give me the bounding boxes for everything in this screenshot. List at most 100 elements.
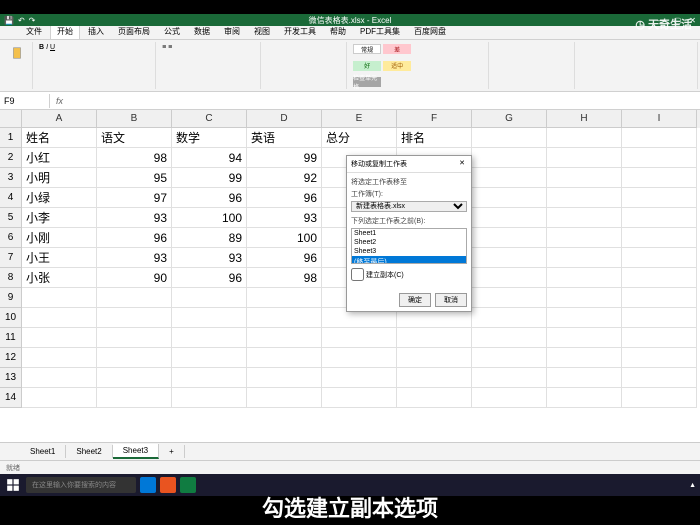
tab-file[interactable]: 文件 <box>20 24 48 39</box>
cell[interactable]: 93 <box>247 208 322 228</box>
cell[interactable]: 93 <box>97 248 172 268</box>
copy-checkbox-input[interactable] <box>351 268 364 281</box>
cell[interactable] <box>547 308 622 328</box>
select-all-corner[interactable] <box>0 110 22 128</box>
tab-pdf[interactable]: PDF工具集 <box>354 24 406 39</box>
undo-icon[interactable]: ↶ <box>18 16 25 25</box>
cell[interactable]: 数学 <box>172 128 247 148</box>
list-item[interactable]: Sheet1 <box>352 229 466 238</box>
cell[interactable] <box>247 348 322 368</box>
name-box[interactable]: F9 <box>0 94 50 108</box>
cell[interactable] <box>547 268 622 288</box>
dialog-close-icon[interactable]: ✕ <box>457 159 467 169</box>
col-header[interactable]: F <box>397 110 472 128</box>
sheet-tab-active[interactable]: Sheet3 <box>113 444 159 459</box>
cell[interactable] <box>547 228 622 248</box>
cell[interactable] <box>622 368 697 388</box>
cancel-button[interactable]: 取消 <box>435 293 467 307</box>
col-header[interactable]: I <box>622 110 697 128</box>
cell[interactable] <box>22 328 97 348</box>
tray-icon[interactable]: ▲ <box>689 482 696 489</box>
style-calc[interactable]: 适中 <box>383 61 411 71</box>
col-header[interactable]: B <box>97 110 172 128</box>
cell[interactable] <box>247 388 322 408</box>
cell[interactable] <box>472 328 547 348</box>
cell[interactable] <box>622 128 697 148</box>
cell[interactable] <box>547 128 622 148</box>
row-header[interactable]: 9 <box>0 288 22 308</box>
row-header[interactable]: 10 <box>0 308 22 328</box>
tab-baidu[interactable]: 百度网盘 <box>408 24 452 39</box>
cell[interactable]: 96 <box>172 268 247 288</box>
tab-help[interactable]: 帮助 <box>324 24 352 39</box>
style-bad[interactable]: 差 <box>383 44 411 54</box>
cell[interactable] <box>622 248 697 268</box>
cell[interactable]: 小张 <box>22 268 97 288</box>
row-header[interactable]: 7 <box>0 248 22 268</box>
cell[interactable]: 90 <box>97 268 172 288</box>
paste-button[interactable] <box>8 44 26 62</box>
cell[interactable] <box>397 368 472 388</box>
redo-icon[interactable]: ↷ <box>29 16 36 25</box>
cell[interactable] <box>622 208 697 228</box>
cell[interactable] <box>472 388 547 408</box>
bold-icon[interactable]: B <box>39 44 44 51</box>
italic-icon[interactable]: I <box>46 44 48 51</box>
underline-icon[interactable]: U <box>50 44 55 51</box>
row-header[interactable]: 12 <box>0 348 22 368</box>
fx-icon[interactable]: fx <box>50 94 69 108</box>
cell[interactable]: 92 <box>247 168 322 188</box>
cell[interactable] <box>97 308 172 328</box>
cell[interactable]: 小李 <box>22 208 97 228</box>
cell[interactable] <box>472 228 547 248</box>
cell[interactable]: 小刚 <box>22 228 97 248</box>
row-header[interactable]: 4 <box>0 188 22 208</box>
cell[interactable]: 99 <box>247 148 322 168</box>
list-item[interactable]: Sheet3 <box>352 247 466 256</box>
row-header[interactable]: 11 <box>0 328 22 348</box>
cell[interactable] <box>472 368 547 388</box>
cell[interactable] <box>97 368 172 388</box>
cell[interactable] <box>472 188 547 208</box>
cell[interactable] <box>622 228 697 248</box>
cell[interactable] <box>622 388 697 408</box>
cell[interactable]: 96 <box>247 248 322 268</box>
col-header[interactable]: A <box>22 110 97 128</box>
cell[interactable]: 96 <box>97 228 172 248</box>
tab-data[interactable]: 数据 <box>188 24 216 39</box>
cell[interactable] <box>172 288 247 308</box>
cell[interactable] <box>22 288 97 308</box>
row-header[interactable]: 1 <box>0 128 22 148</box>
cell[interactable] <box>97 348 172 368</box>
cell[interactable] <box>622 328 697 348</box>
save-icon[interactable]: 💾 <box>4 16 14 25</box>
cell[interactable] <box>547 348 622 368</box>
cell[interactable] <box>247 328 322 348</box>
cell[interactable]: 姓名 <box>22 128 97 148</box>
list-item[interactable]: Sheet2 <box>352 238 466 247</box>
cell[interactable] <box>397 328 472 348</box>
row-header[interactable]: 14 <box>0 388 22 408</box>
cell[interactable]: 93 <box>97 208 172 228</box>
tab-layout[interactable]: 页面布局 <box>112 24 156 39</box>
style-good[interactable]: 好 <box>353 61 381 71</box>
workbook-select[interactable]: 新建表格表.xlsx <box>351 201 467 212</box>
cell[interactable]: 小绿 <box>22 188 97 208</box>
cell[interactable] <box>172 368 247 388</box>
row-header[interactable]: 5 <box>0 208 22 228</box>
list-item-selected[interactable]: (移至最后) <box>352 256 466 264</box>
cell[interactable] <box>472 268 547 288</box>
sheet-listbox[interactable]: Sheet1 Sheet2 Sheet3 (移至最后) <box>351 228 467 264</box>
cell[interactable] <box>247 288 322 308</box>
tab-review[interactable]: 审阅 <box>218 24 246 39</box>
row-header[interactable]: 3 <box>0 168 22 188</box>
col-header[interactable]: D <box>247 110 322 128</box>
cell[interactable] <box>472 128 547 148</box>
cell[interactable]: 98 <box>247 268 322 288</box>
cell[interactable]: 89 <box>172 228 247 248</box>
cell[interactable] <box>172 388 247 408</box>
create-copy-checkbox[interactable]: 建立副本(C) <box>351 268 467 281</box>
cell[interactable] <box>547 188 622 208</box>
cell[interactable] <box>472 308 547 328</box>
cell[interactable] <box>22 348 97 368</box>
